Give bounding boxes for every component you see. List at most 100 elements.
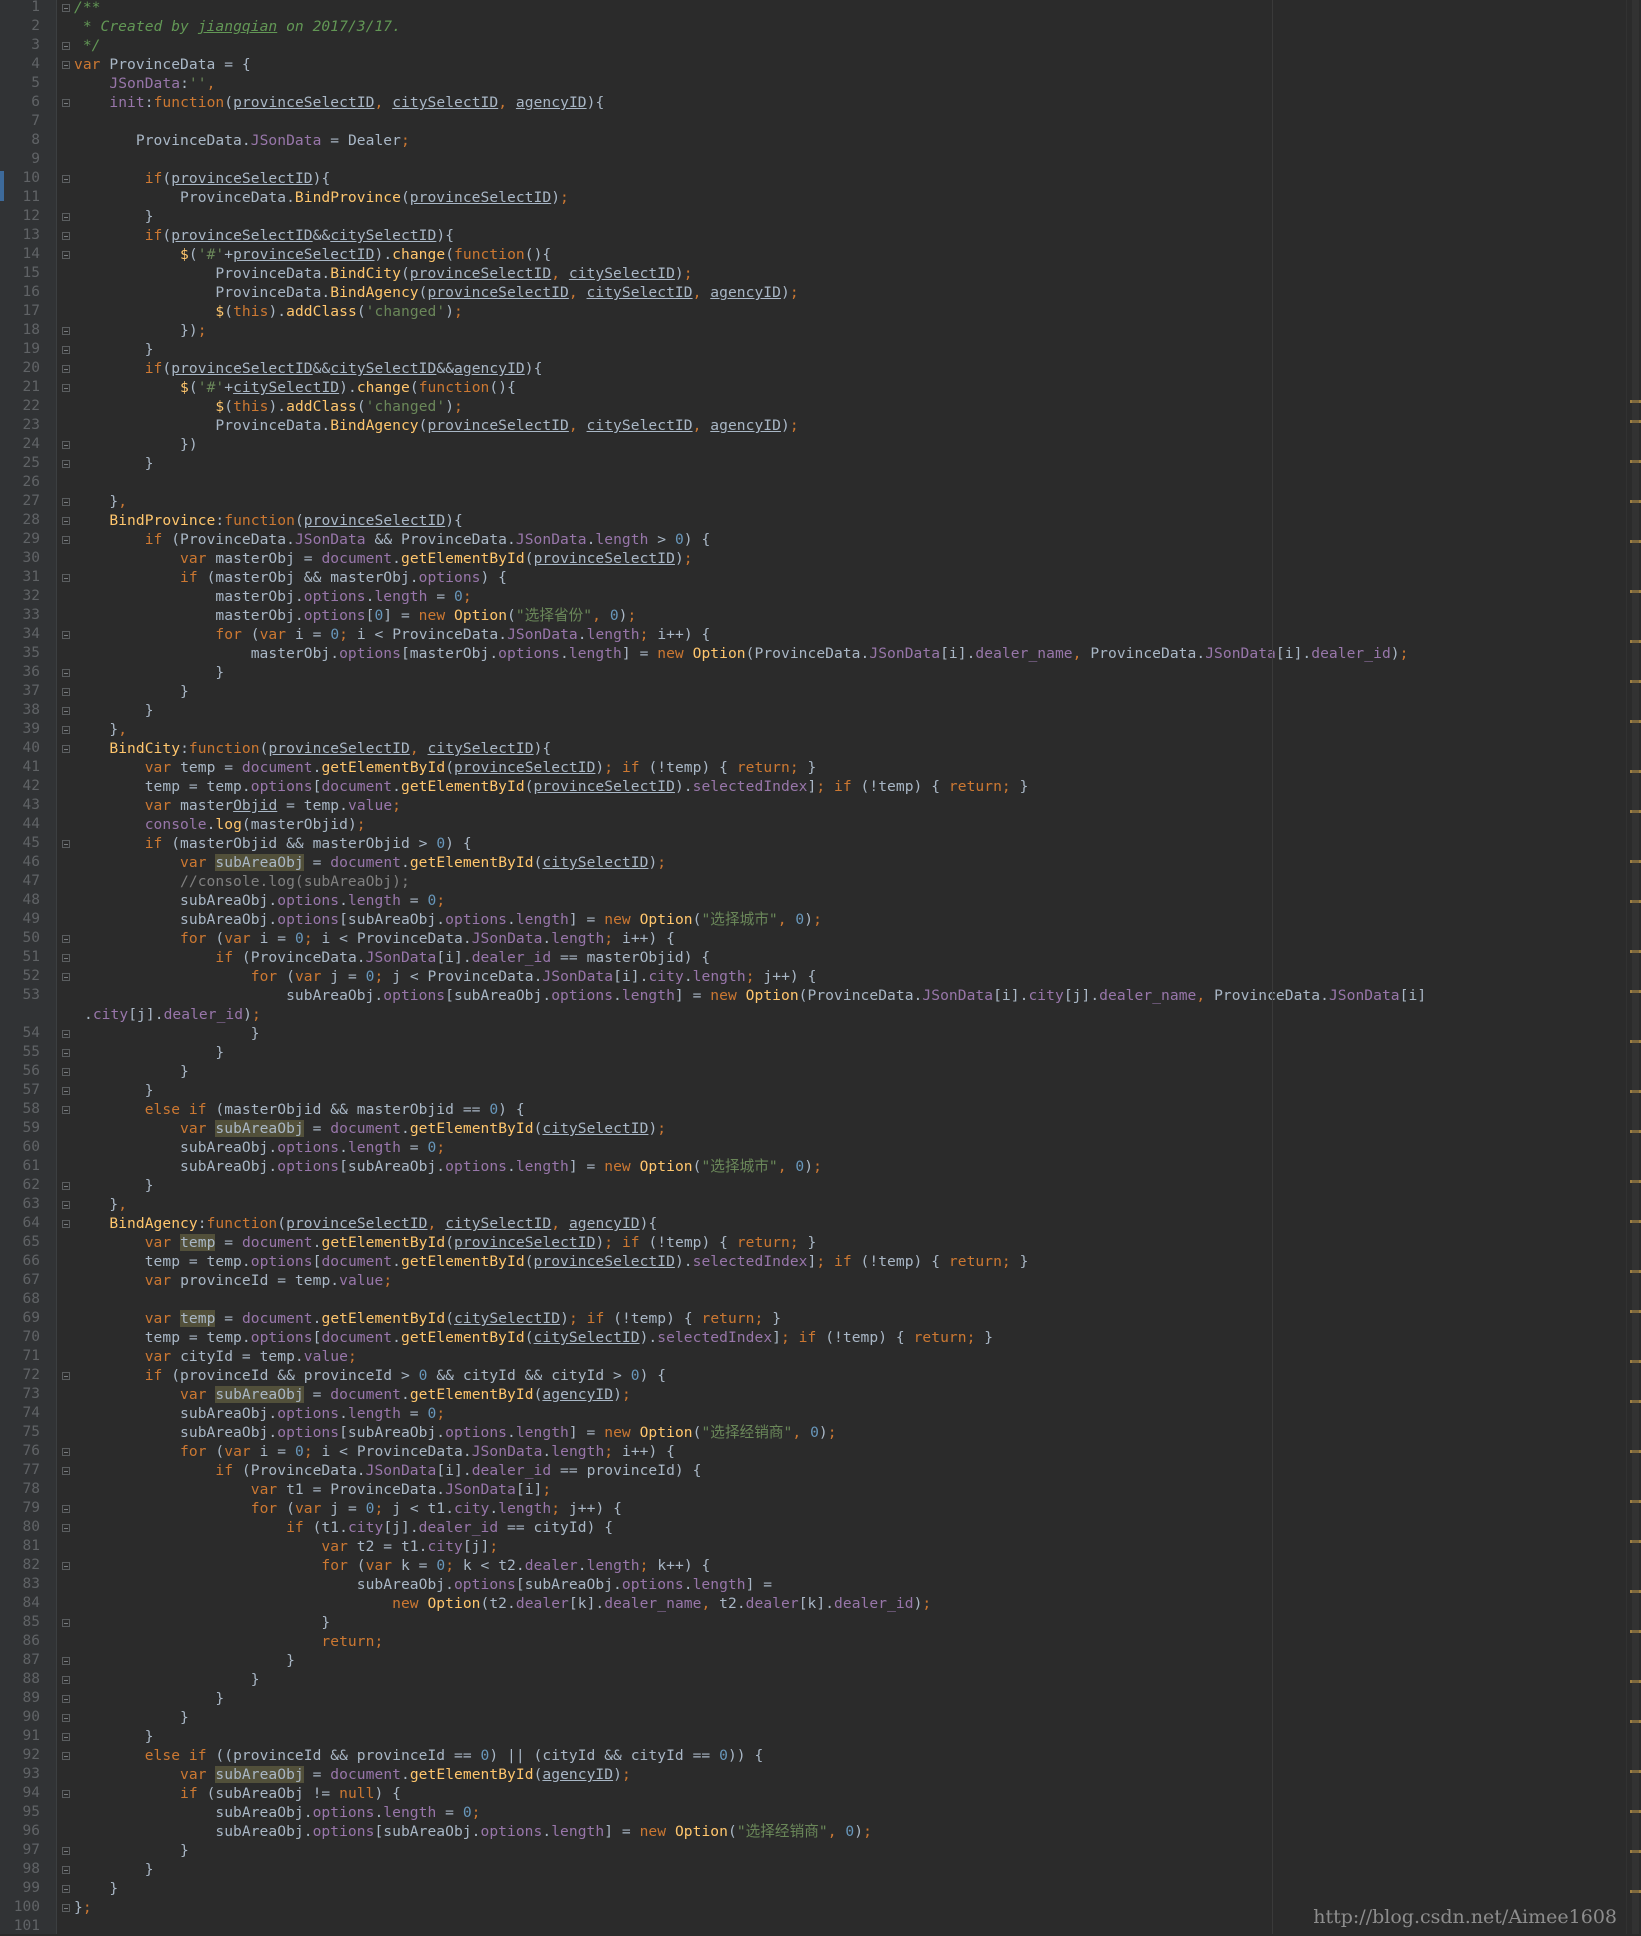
fold-toggle-icon[interactable] [62, 707, 70, 715]
code-line[interactable]: */ [74, 36, 101, 55]
code-line[interactable]: for (var j = 0; j < t1.city.length; j++)… [74, 1499, 622, 1518]
fold-toggle-icon[interactable] [62, 1524, 70, 1532]
code-line[interactable]: }, [74, 720, 127, 739]
code-line[interactable]: subAreaObj.options[subAreaObj.options.le… [74, 986, 1426, 1005]
code-line[interactable]: } [74, 1727, 154, 1746]
code-line[interactable]: subAreaObj.options.length = 0; [74, 1138, 445, 1157]
code-line[interactable]: } [74, 701, 154, 720]
fold-toggle-icon[interactable] [62, 669, 70, 677]
vertical-scrollbar[interactable] [1626, 0, 1641, 1934]
code-line[interactable]: new Option(t2.dealer[k].dealer_name, t2.… [74, 1594, 931, 1613]
code-line[interactable]: ProvinceData.BindAgency(provinceSelectID… [74, 283, 799, 302]
code-line[interactable]: } [74, 1879, 118, 1898]
code-line[interactable]: } [74, 1651, 295, 1670]
code-line[interactable]: var subAreaObj = document.getElementById… [74, 853, 666, 872]
code-line[interactable]: if (provinceId && provinceId > 0 && city… [74, 1366, 666, 1385]
fold-toggle-icon[interactable] [62, 1182, 70, 1190]
code-line[interactable]: $(this).addClass('changed'); [74, 302, 463, 321]
fold-toggle-icon[interactable] [62, 232, 70, 240]
code-line[interactable]: var t2 = t1.city[j]; [74, 1537, 498, 1556]
fold-toggle-icon[interactable] [62, 175, 70, 183]
code-line[interactable]: subAreaObj.options[subAreaObj.options.le… [74, 1423, 837, 1442]
code-line[interactable]: for (var i = 0; i < ProvinceData.JSonDat… [74, 1442, 675, 1461]
code-line[interactable]: } [74, 1062, 189, 1081]
code-line[interactable]: ProvinceData.BindCity(provinceSelectID, … [74, 264, 693, 283]
code-line[interactable]: $('#'+citySelectID).change(function(){ [74, 378, 516, 397]
fold-toggle-icon[interactable] [62, 1657, 70, 1665]
fold-toggle-icon[interactable] [62, 251, 70, 259]
code-line[interactable]: if (masterObj && masterObj.options) { [74, 568, 507, 587]
code-line[interactable]: $(this).addClass('changed'); [74, 397, 463, 416]
scrollbar-thumb[interactable] [1632, 0, 1639, 1934]
code-line[interactable]: var masterObjid = temp.value; [74, 796, 401, 815]
code-line[interactable]: subAreaObj.options.length = 0; [74, 1404, 445, 1423]
fold-toggle-icon[interactable] [62, 631, 70, 639]
code-line[interactable]: init:function(provinceSelectID, citySele… [74, 93, 604, 112]
code-line[interactable]: if(provinceSelectID&&citySelectID&&agenc… [74, 359, 543, 378]
fold-toggle-icon[interactable] [62, 1695, 70, 1703]
fold-toggle-icon[interactable] [62, 745, 70, 753]
fold-toggle-icon[interactable] [62, 1866, 70, 1874]
code-line[interactable]: else if ((provinceId && provinceId == 0)… [74, 1746, 764, 1765]
code-line[interactable]: BindAgency:function(provinceSelectID, ci… [74, 1214, 657, 1233]
code-line[interactable]: var temp = document.getElementById(provi… [74, 758, 817, 777]
code-line[interactable]: BindCity:function(provinceSelectID, city… [74, 739, 551, 758]
code-line[interactable]: $('#'+provinceSelectID).change(function(… [74, 245, 551, 264]
fold-toggle-icon[interactable] [62, 365, 70, 373]
code-area[interactable]: /** * Created by jiangqian on 2017/3/17.… [74, 0, 1613, 1934]
code-line[interactable]: } [74, 1081, 154, 1100]
fold-toggle-icon[interactable] [62, 935, 70, 943]
fold-toggle-icon[interactable] [62, 498, 70, 506]
fold-toggle-icon[interactable] [62, 61, 70, 69]
code-line[interactable]: } [74, 1176, 154, 1195]
fold-toggle-icon[interactable] [62, 954, 70, 962]
fold-toggle-icon[interactable] [62, 1068, 70, 1076]
code-line[interactable]: } [74, 663, 224, 682]
fold-toggle-icon[interactable] [62, 840, 70, 848]
fold-toggle-icon[interactable] [62, 1676, 70, 1684]
code-line[interactable]: } [74, 1860, 154, 1879]
fold-toggle-icon[interactable] [62, 1505, 70, 1513]
code-line[interactable]: } [74, 1613, 330, 1632]
fold-toggle-icon[interactable] [62, 1562, 70, 1570]
code-line[interactable]: masterObj.options[masterObj.options.leng… [74, 644, 1409, 663]
fold-toggle-icon[interactable] [62, 1467, 70, 1475]
fold-toggle-icon[interactable] [62, 346, 70, 354]
fold-toggle-icon[interactable] [62, 1752, 70, 1760]
fold-toggle-icon[interactable] [62, 1220, 70, 1228]
code-line[interactable]: } [74, 340, 154, 359]
code-line[interactable]: var subAreaObj = document.getElementById… [74, 1119, 666, 1138]
code-line[interactable]: subAreaObj.options.length = 0; [74, 1803, 481, 1822]
fold-toggle-icon[interactable] [62, 4, 70, 12]
code-line[interactable]: ProvinceData.JSonData = Dealer; [74, 131, 410, 150]
code-line[interactable]: } [74, 1024, 260, 1043]
code-line[interactable]: var subAreaObj = document.getElementById… [74, 1765, 631, 1784]
code-editor[interactable]: 1 2 3 4 5 6 7 8 9 10 11 12 13 14 15 16 17 18 19 20 21 22 23 24 2… [0, 0, 1641, 1934]
code-line[interactable]: BindProvince:function(provinceSelectID){ [74, 511, 463, 530]
code-line[interactable]: } [74, 1689, 224, 1708]
code-line[interactable]: } [74, 1043, 224, 1062]
code-line[interactable]: } [74, 207, 154, 226]
code-line[interactable]: if (subAreaObj != null) { [74, 1784, 401, 1803]
code-line[interactable]: if (t1.city[j].dealer_id == cityId) { [74, 1518, 613, 1537]
code-line[interactable]: for (var j = 0; j < ProvinceData.JSonDat… [74, 967, 817, 986]
fold-toggle-icon[interactable] [62, 1201, 70, 1209]
code-line[interactable]: /** [74, 0, 101, 17]
code-line[interactable]: for (var i = 0; i < ProvinceData.JSonDat… [74, 929, 675, 948]
fold-toggle-icon[interactable] [62, 1087, 70, 1095]
code-line[interactable]: if(provinceSelectID){ [74, 169, 331, 188]
code-line[interactable]: var provinceId = temp.value; [74, 1271, 392, 1290]
fold-toggle-icon[interactable] [62, 384, 70, 392]
fold-toggle-icon[interactable] [62, 327, 70, 335]
code-line[interactable]: else if (masterObjid && masterObjid == 0… [74, 1100, 525, 1119]
code-line[interactable]: if (ProvinceData.JSonData && ProvinceDat… [74, 530, 711, 549]
code-line[interactable]: subAreaObj.options.length = 0; [74, 891, 445, 910]
code-line[interactable]: } [74, 1670, 260, 1689]
fold-toggle-icon[interactable] [62, 1372, 70, 1380]
fold-toggle-icon[interactable] [62, 688, 70, 696]
code-line[interactable]: ProvinceData.BindAgency(provinceSelectID… [74, 416, 799, 435]
code-line[interactable]: } [74, 1841, 189, 1860]
code-line[interactable]: } [74, 454, 154, 473]
code-line[interactable]: //console.log(subAreaObj); [74, 872, 410, 891]
code-line[interactable]: if (ProvinceData.JSonData[i].dealer_id =… [74, 948, 710, 967]
